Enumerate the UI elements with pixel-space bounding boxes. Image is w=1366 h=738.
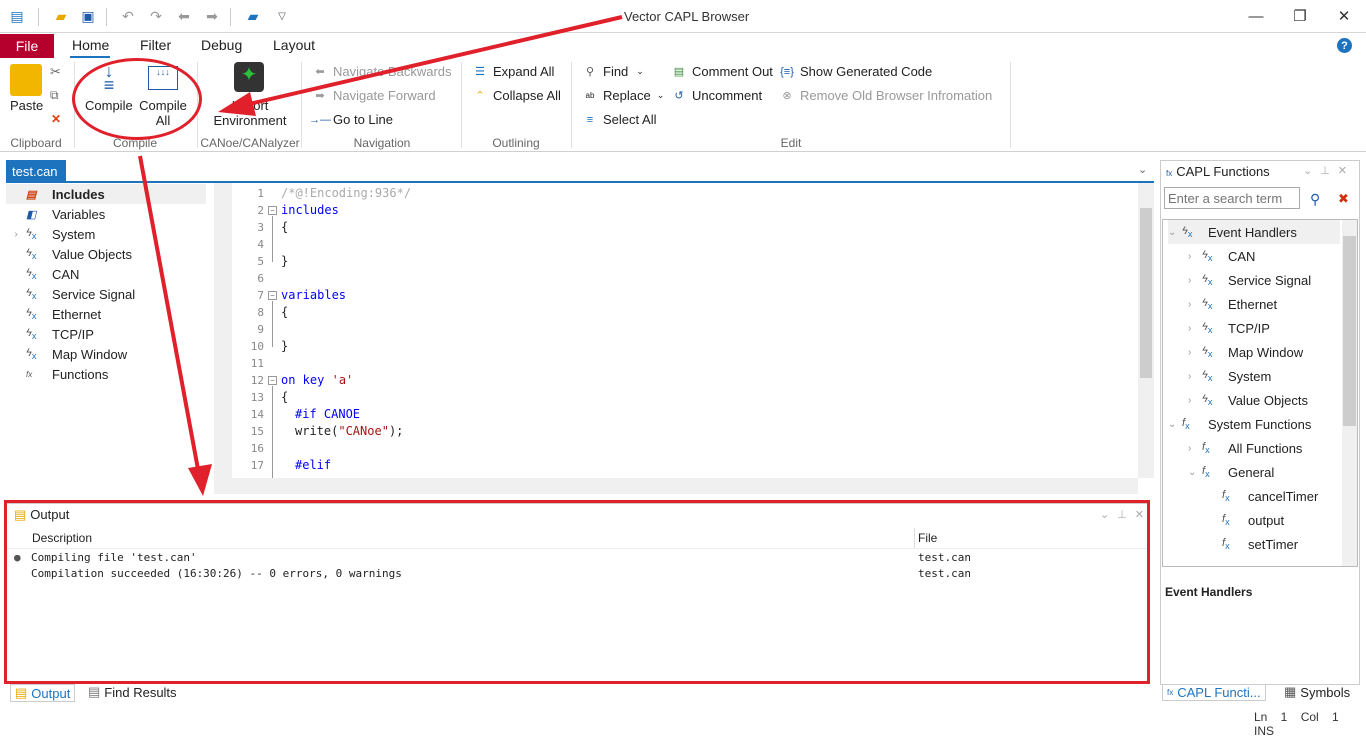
- tab-symbols[interactable]: ▦ Symbols: [1284, 684, 1350, 700]
- capl-icon: fx: [1167, 688, 1174, 697]
- status-bar: Ln 1 Col 1 INS: [1254, 710, 1366, 738]
- annotation-arrows: [138, 15, 623, 496]
- status-insert-mode: INS: [1254, 724, 1275, 738]
- status-line: Ln 1: [1254, 710, 1288, 724]
- tab-output[interactable]: ▤ Output: [10, 684, 76, 702]
- annotation-arrow: [231, 15, 623, 110]
- tab-label: Find Results: [104, 684, 177, 700]
- output-icon: ▤: [15, 685, 28, 700]
- symbols-icon: ▦: [1284, 684, 1297, 699]
- tab-label: CAPL Functi...: [1177, 685, 1261, 700]
- tab-find-results[interactable]: ▤ Find Results: [88, 684, 177, 700]
- status-column: Col 1: [1300, 710, 1339, 724]
- annotation-arrow: [138, 155, 202, 481]
- find-results-icon: ▤: [88, 684, 101, 699]
- tab-capl-functions[interactable]: fx CAPL Functi...: [1162, 684, 1266, 701]
- arrow-head: [218, 92, 256, 116]
- tab-label: Output: [31, 685, 71, 701]
- arrow-head: [188, 464, 212, 496]
- tab-label: Symbols: [1300, 684, 1351, 700]
